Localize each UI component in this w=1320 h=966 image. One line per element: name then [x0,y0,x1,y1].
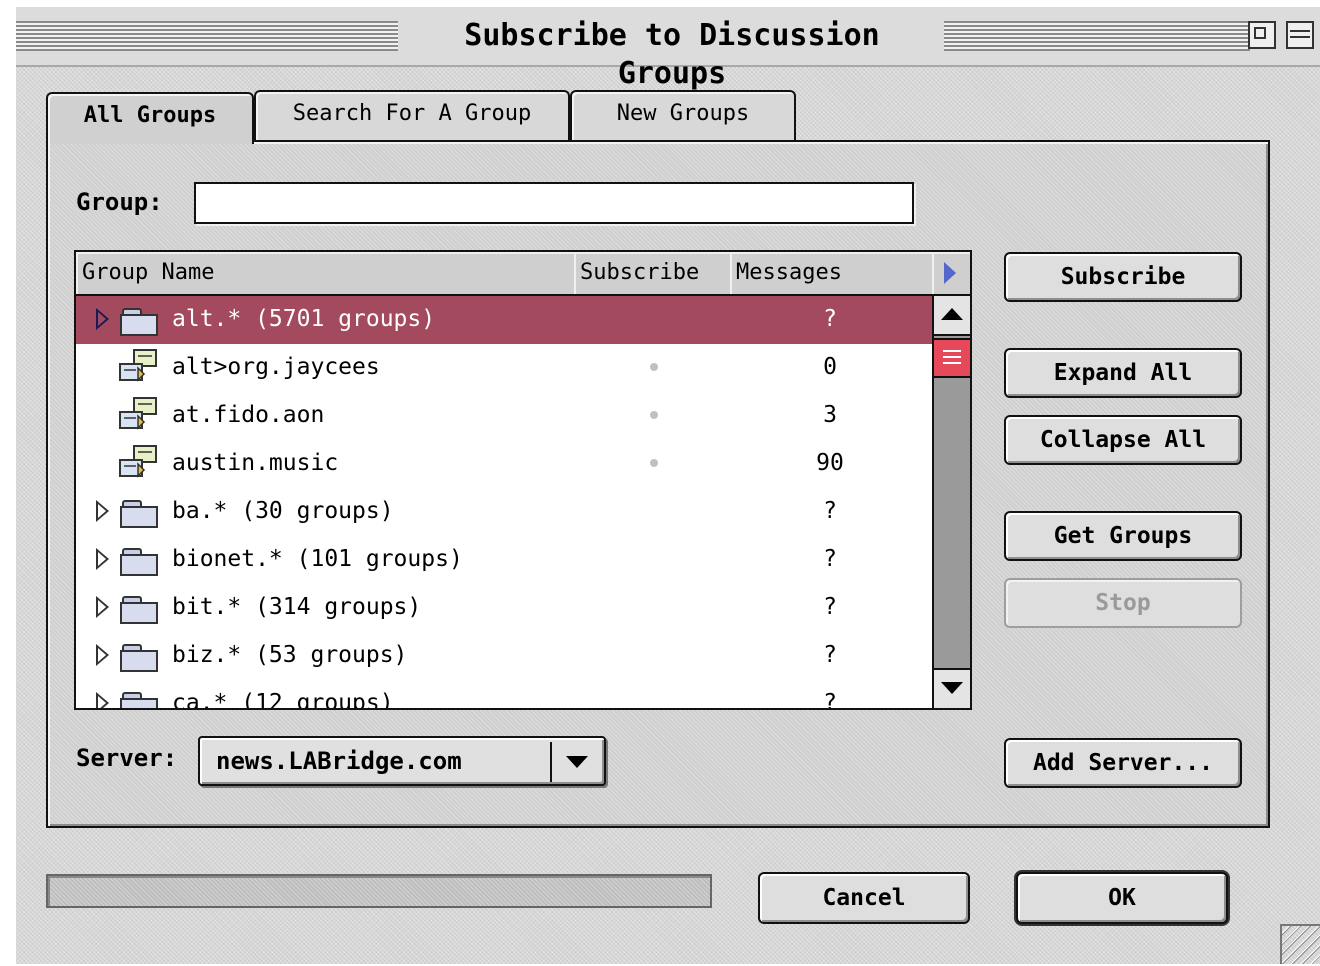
windowshade-icon[interactable] [1286,21,1314,49]
title-bar[interactable]: Subscribe to Discussion Groups [16,7,1320,91]
message-count: 90 [816,450,844,476]
list-item[interactable]: ca.* (12 groups) ? [76,680,932,708]
subscribe-button[interactable]: Subscribe [1004,252,1242,302]
expand-all-button[interactable]: Expand All [1004,348,1242,398]
progress-bar [46,874,712,908]
vertical-scrollbar[interactable] [932,296,970,708]
newsgroup-icon [119,349,157,382]
tab-search-for-a-group[interactable]: Search For A Group [254,90,570,140]
column-header-group-name[interactable]: Group Name [76,252,576,296]
get-groups-button[interactable]: Get Groups [1004,511,1242,561]
folder-icon [120,596,160,626]
zoom-box-icon[interactable] [1248,21,1276,49]
folder-icon [120,644,160,674]
message-count: ? [823,306,837,332]
list-item[interactable]: ba.* (30 groups) ? [76,488,932,536]
message-count: 0 [823,354,837,380]
cancel-button[interactable]: Cancel [758,872,970,924]
newsgroup-icon [119,445,157,478]
list-item[interactable]: bionet.* (101 groups) ? [76,536,932,584]
disclosure-triangle-icon[interactable] [96,644,109,666]
scroll-thumb[interactable] [934,338,970,378]
server-value: news.LABridge.com [216,747,462,775]
disclosure-triangle-icon[interactable] [96,308,109,330]
chevron-down-icon [566,756,588,768]
column-header-messages[interactable]: Messages [730,252,934,296]
list-item[interactable]: alt.* (5701 groups) ? [76,296,932,344]
group-name: at.fido.aon [172,402,325,428]
disclosure-triangle-icon[interactable] [96,548,109,570]
message-count: ? [823,546,837,572]
group-name: alt>org.jaycees [172,354,380,380]
folder-icon [120,500,160,530]
tab-new-groups[interactable]: New Groups [570,90,796,140]
title-stripes-right [944,21,1250,51]
ok-button[interactable]: OK [1016,872,1228,924]
group-name: alt.* (5701 groups) [172,306,436,332]
subscribe-indicator[interactable] [650,363,658,371]
newsgroup-icon [119,397,157,430]
list-rows: alt.* (5701 groups) ? alt>org.jaycees 0 [76,296,932,708]
server-popup-menu[interactable]: news.LABridge.com [198,736,606,786]
folder-icon [120,548,160,578]
group-list[interactable]: Group Name Subscribe Messages alt.* (570… [74,250,972,710]
group-input[interactable] [194,182,914,224]
group-name: ca.* (12 groups) [172,690,394,708]
title-stripes-left [16,21,398,51]
folder-icon [120,692,160,708]
scroll-down-button[interactable] [934,668,970,708]
group-name: austin.music [172,450,339,476]
resize-grip-icon[interactable] [1280,924,1320,964]
group-label: Group: [76,188,163,216]
disclosure-triangle-icon[interactable] [96,596,109,618]
group-name: biz.* (53 groups) [172,642,408,668]
tab-all-groups[interactable]: All Groups [46,92,254,144]
scroll-up-button[interactable] [934,296,970,336]
message-count: ? [823,594,837,620]
stop-button[interactable]: Stop [1004,578,1242,628]
disclosure-triangle-icon[interactable] [96,692,109,708]
message-count: ? [823,642,837,668]
column-header-subscribe[interactable]: Subscribe [574,252,732,296]
add-server-button[interactable]: Add Server... [1004,738,1242,788]
server-label: Server: [76,744,178,772]
message-count: ? [823,498,837,524]
window-title: Subscribe to Discussion Groups [402,17,942,91]
disclosure-triangle-icon[interactable] [96,500,109,522]
folder-icon [120,308,160,338]
collapse-all-button[interactable]: Collapse All [1004,415,1242,465]
popup-divider [550,742,552,782]
group-name: bit.* (314 groups) [172,594,422,620]
list-item[interactable]: biz.* (53 groups) ? [76,632,932,680]
list-item[interactable]: bit.* (314 groups) ? [76,584,932,632]
list-item[interactable]: austin.music 90 [76,440,932,488]
message-count: ? [823,690,837,708]
subscribe-indicator[interactable] [650,459,658,467]
group-name: bionet.* (101 groups) [172,546,463,572]
list-item[interactable]: alt>org.jaycees 0 [76,344,932,392]
list-item[interactable]: at.fido.aon 3 [76,392,932,440]
column-scroll-right-button[interactable] [932,252,970,296]
subscribe-indicator[interactable] [650,411,658,419]
message-count: 3 [823,402,837,428]
group-name: ba.* (30 groups) [172,498,394,524]
